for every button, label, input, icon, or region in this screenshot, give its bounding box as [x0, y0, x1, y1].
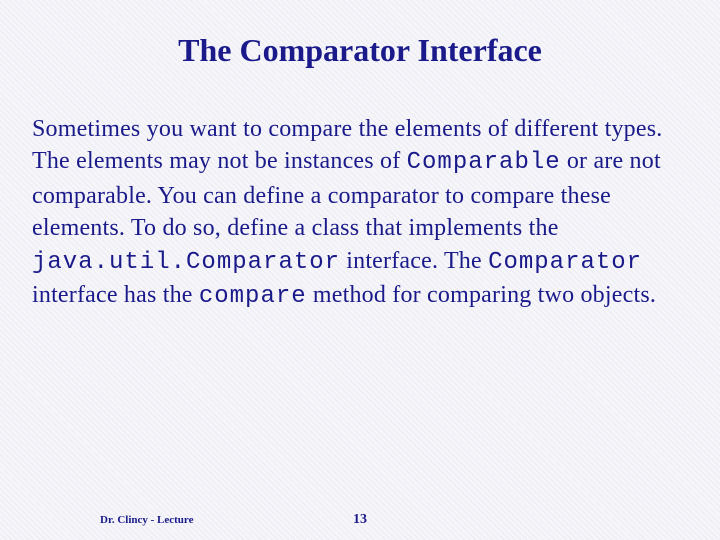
body-text-4: interface has the [32, 282, 199, 308]
slide-title: The Comparator Interface [32, 32, 688, 69]
code-comparator: Comparator [488, 249, 642, 276]
body-text-3: interface. The [340, 248, 488, 274]
code-comparable: Comparable [407, 149, 561, 176]
slide-body: Sometimes you want to compare the elemen… [32, 113, 688, 313]
footer-page-number: 13 [353, 512, 367, 528]
body-text-5: method for comparing two objects. [307, 282, 656, 308]
code-compare: compare [199, 283, 307, 310]
footer-author: Dr. Clincy - Lecture [100, 514, 193, 526]
code-java-util-comparator: java.util.Comparator [32, 249, 340, 276]
slide: The Comparator Interface Sometimes you w… [0, 0, 720, 540]
